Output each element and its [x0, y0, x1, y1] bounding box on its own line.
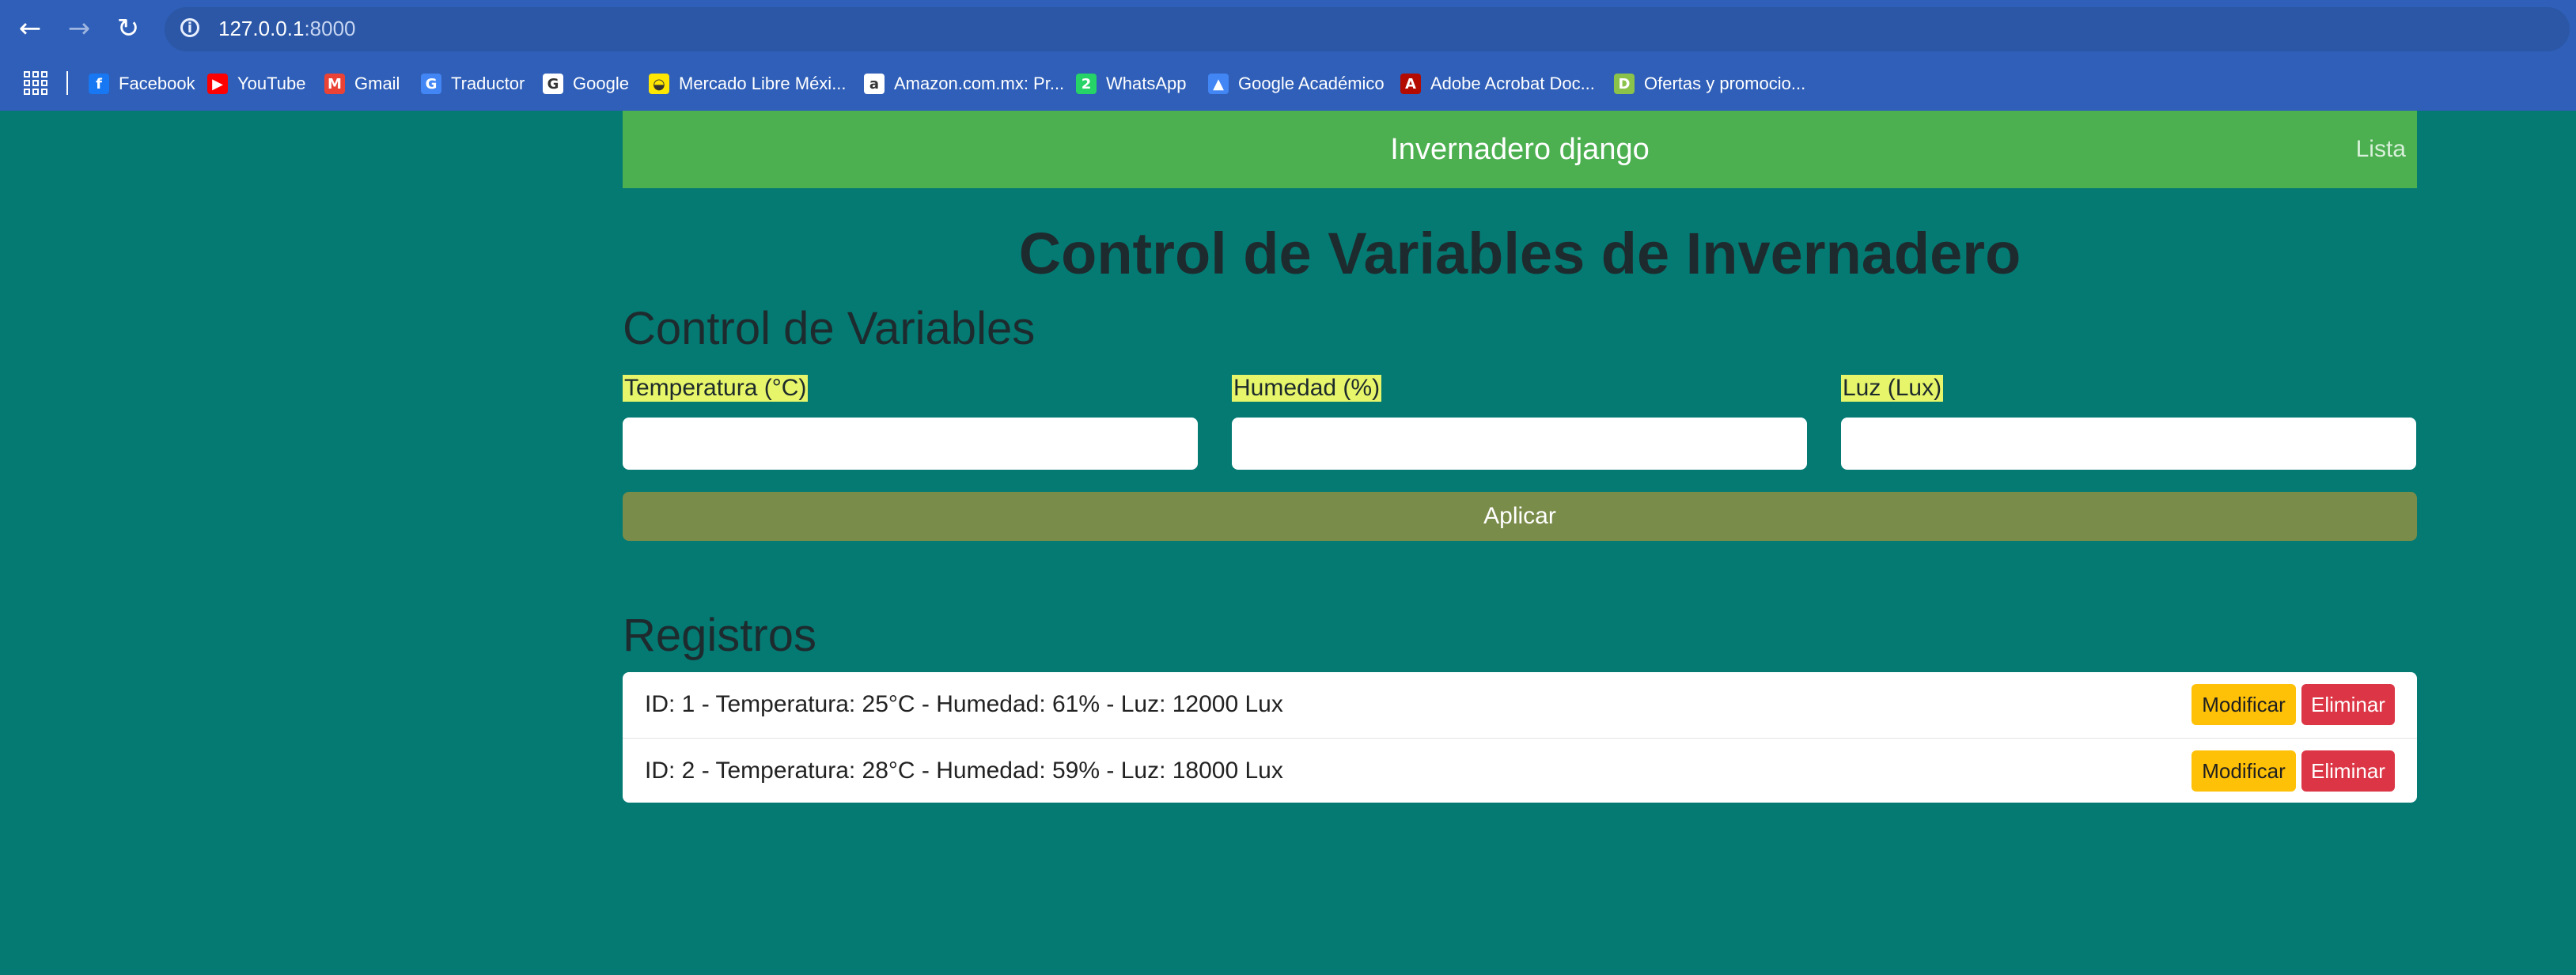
address-bar[interactable]: i 127.0.0.1:8000	[165, 7, 2570, 51]
bookmark-label: YouTube	[237, 74, 306, 93]
navbar-brand[interactable]: Invernadero django	[623, 111, 2417, 188]
apply-button[interactable]: Aplicar	[623, 492, 2417, 541]
url-port: :8000	[304, 17, 356, 40]
mercadolibre-icon: ◒	[649, 74, 669, 94]
list-item: ID: 2 - Temperatura: 28°C - Humedad: 59%…	[623, 738, 2417, 803]
acrobat-icon: A	[1400, 74, 1421, 94]
bookmark-label: WhatsApp	[1106, 74, 1187, 93]
list-item: ID: 1 - Temperatura: 25°C - Humedad: 61%…	[623, 672, 2417, 737]
light-input[interactable]	[1841, 418, 2416, 470]
delete-button[interactable]: Eliminar	[2301, 684, 2395, 725]
bookmark-whatsapp[interactable]: 2 WhatsApp	[1076, 68, 1187, 100]
offers-icon: D	[1614, 74, 1635, 94]
url-host: 127.0.0.1	[218, 17, 305, 40]
bookmark-label: Adobe Acrobat Doc...	[1430, 74, 1595, 93]
bookmark-youtube[interactable]: ▶ YouTube	[207, 68, 305, 100]
page-title: Control de Variables de Invernadero	[1018, 221, 2021, 286]
bookmark-offers[interactable]: D Ofertas y promocio...	[1614, 68, 1805, 100]
bookmarks-bar: f Facebook ▶ YouTube M Gmail G Traductor G Google…	[0, 57, 2576, 111]
temperature-input[interactable]	[623, 418, 1198, 470]
gmail-icon: M	[324, 74, 345, 94]
records-heading: Registros	[623, 610, 816, 661]
translate-icon: G	[421, 74, 441, 94]
apps-grid-icon[interactable]	[24, 71, 47, 95]
bookmark-label: Google Académico	[1238, 74, 1385, 93]
bookmark-label: Ofertas y promocio...	[1644, 74, 1806, 93]
nav-link-lista[interactable]: Lista	[2356, 111, 2406, 188]
bookmark-translate[interactable]: G Traductor	[421, 68, 525, 100]
site-info-icon[interactable]: i	[180, 18, 199, 37]
light-label: Luz (Lux)	[1841, 375, 1944, 402]
bookmark-google[interactable]: G Google	[543, 68, 629, 100]
humidity-input[interactable]	[1232, 418, 1807, 470]
reload-icon[interactable]: ↻	[111, 11, 146, 46]
facebook-icon: f	[89, 74, 109, 94]
bookmark-label: Google	[573, 74, 629, 93]
bookmark-mercadolibre[interactable]: ◒ Mercado Libre Méxi...	[649, 68, 847, 100]
forward-icon[interactable]: →	[62, 11, 97, 46]
browser-toolbar: ← → ↻ i 127.0.0.1:8000	[0, 0, 2576, 57]
record-text: ID: 1 - Temperatura: 25°C - Humedad: 61%…	[645, 691, 1283, 717]
bookmark-scholar[interactable]: ▲ Google Académico	[1208, 68, 1385, 100]
amazon-icon: a	[864, 74, 885, 94]
form-heading: Control de Variables	[623, 303, 1036, 354]
bookmark-label: Traductor	[451, 74, 525, 93]
bookmark-facebook[interactable]: f Facebook	[89, 68, 195, 100]
record-text: ID: 2 - Temperatura: 28°C - Humedad: 59%…	[645, 757, 1283, 784]
delete-button[interactable]: Eliminar	[2301, 750, 2395, 792]
modify-button[interactable]: Modificar	[2191, 750, 2296, 792]
temperature-label: Temperatura (°C)	[623, 375, 809, 402]
url-text[interactable]: 127.0.0.1:8000	[218, 17, 356, 41]
bookmark-acrobat[interactable]: A Adobe Acrobat Doc...	[1400, 68, 1595, 100]
modify-button[interactable]: Modificar	[2191, 684, 2296, 725]
bookmark-amazon[interactable]: a Amazon.com.mx: Pr...	[864, 68, 1064, 100]
humidity-label: Humedad (%)	[1232, 375, 1382, 402]
bookmark-label: Facebook	[119, 74, 195, 93]
records-list: ID: 1 - Temperatura: 25°C - Humedad: 61%…	[623, 672, 2417, 803]
bookmark-label: Amazon.com.mx: Pr...	[894, 74, 1065, 93]
google-icon: G	[543, 74, 563, 94]
youtube-icon: ▶	[207, 74, 228, 94]
scholar-icon: ▲	[1208, 74, 1229, 94]
site-navbar: Invernadero django Lista	[623, 111, 2417, 188]
bookmark-gmail[interactable]: M Gmail	[324, 68, 400, 100]
bookmark-label: Mercado Libre Méxi...	[679, 74, 847, 93]
whatsapp-icon: 2	[1076, 74, 1097, 94]
bookmarks-divider	[66, 71, 68, 95]
back-icon[interactable]: ←	[13, 11, 47, 46]
bookmark-label: Gmail	[354, 74, 400, 93]
